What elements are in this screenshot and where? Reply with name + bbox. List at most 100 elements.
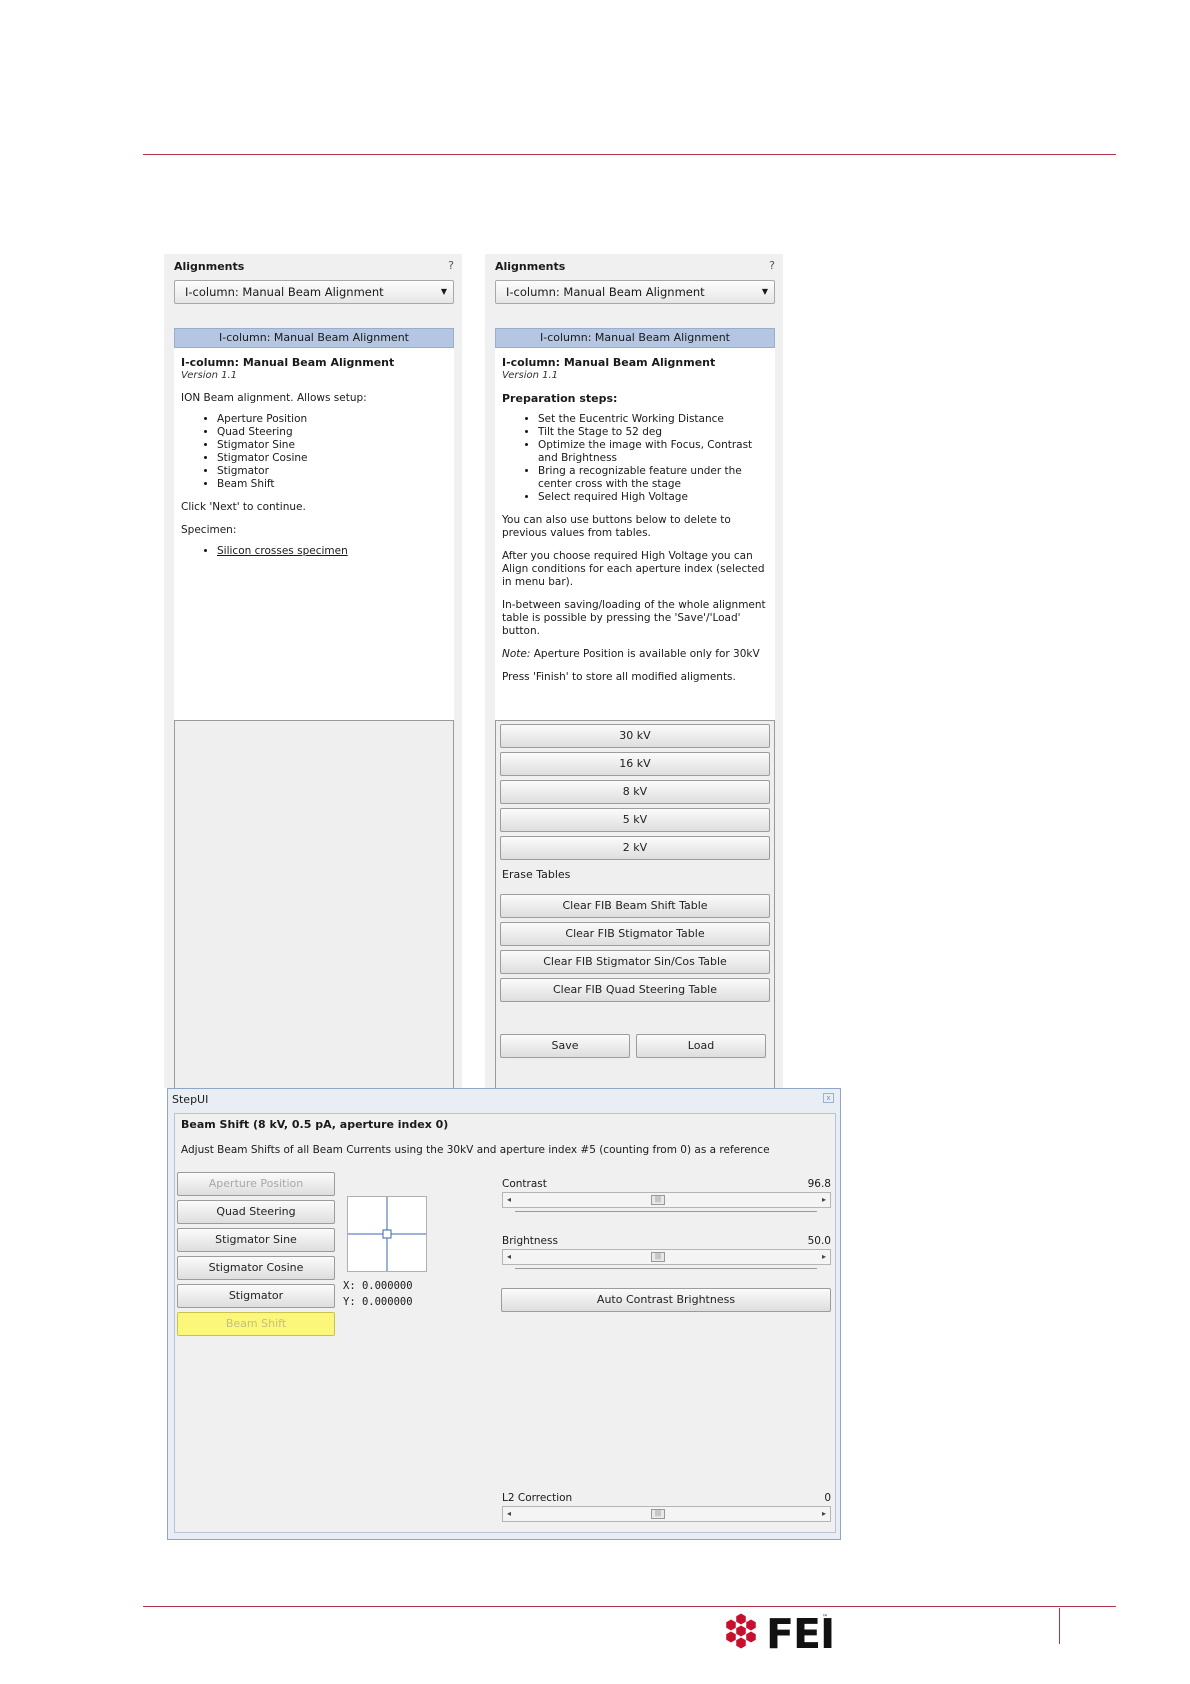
clear-quad-steering-button[interactable]: Clear FIB Quad Steering Table xyxy=(500,978,770,1002)
brightness-slider[interactable]: ◂ ||| ▸ xyxy=(502,1249,831,1265)
button-area: 30 kV 16 kV 8 kV 5 kV 2 kV Erase Tables … xyxy=(495,720,775,1088)
help-icon[interactable]: ? xyxy=(448,259,454,272)
help-icon[interactable]: ? xyxy=(769,259,775,272)
l2-correction-label: L2 Correction xyxy=(502,1492,573,1504)
list-item: Set the Eucentric Working Distance xyxy=(538,413,758,426)
prep-heading: Preparation steps: xyxy=(502,392,618,405)
arrow-left-icon[interactable]: ◂ xyxy=(503,1193,515,1207)
setup-list: Aperture Position Quad Steering Stigmato… xyxy=(181,413,447,491)
slider-thumb[interactable]: ||| xyxy=(651,1509,665,1519)
note-body: Aperture Position is available only for … xyxy=(530,648,760,660)
logo-tm: ™ xyxy=(822,1614,828,1621)
list-item: Beam Shift xyxy=(217,478,447,491)
para-delete: You can also use buttons below to delete… xyxy=(502,514,731,539)
stepui-body: Beam Shift (8 kV, 0.5 pA, aperture index… xyxy=(174,1113,836,1533)
kv-30-button[interactable]: 30 kV xyxy=(500,724,770,748)
fei-molecule-icon xyxy=(726,1613,756,1649)
l2-correction-slider[interactable]: ◂ ||| ▸ xyxy=(502,1506,831,1522)
chevron-down-icon: ▼ xyxy=(761,287,768,296)
para-save-load: In-between saving/loading of the whole a… xyxy=(502,599,766,637)
arrow-left-icon[interactable]: ◂ xyxy=(503,1250,515,1264)
logo-hex-3 xyxy=(736,1625,746,1637)
crosshair-icon xyxy=(348,1197,426,1271)
contrast-label: Contrast xyxy=(502,1178,547,1190)
panel-title: Alignments xyxy=(495,260,566,273)
list-item: Optimize the image with Focus, Contrast … xyxy=(538,439,758,465)
contrast-slider[interactable]: ◂ ||| ▸ xyxy=(502,1192,831,1208)
info-heading: I-column: Manual Beam Alignment xyxy=(181,356,395,369)
specimen-link[interactable]: Silicon crosses specimen xyxy=(217,545,348,557)
step-aperture-position[interactable]: Aperture Position xyxy=(177,1172,335,1196)
logo-hex-1 xyxy=(726,1619,736,1631)
kv-16-button[interactable]: 16 kV xyxy=(500,752,770,776)
logo-hex-2 xyxy=(746,1619,756,1631)
step-stigmator[interactable]: Stigmator xyxy=(177,1284,335,1308)
clear-beam-shift-button[interactable]: Clear FIB Beam Shift Table xyxy=(500,894,770,918)
list-item: Select required High Voltage xyxy=(538,491,758,504)
y-readout: Y: 0.000000 xyxy=(343,1296,413,1308)
step-beam-shift[interactable]: Beam Shift xyxy=(177,1312,335,1336)
info-content: I-column: Manual Beam Alignment Version … xyxy=(495,348,775,720)
footer-divider xyxy=(1059,1608,1060,1644)
list-item: Stigmator xyxy=(217,465,447,478)
step-stigmator-cosine[interactable]: Stigmator Cosine xyxy=(177,1256,335,1280)
specimen-list: Silicon crosses specimen xyxy=(181,545,447,558)
logo-hex-5 xyxy=(746,1631,756,1643)
logo-hex-6 xyxy=(736,1637,746,1649)
arrow-right-icon[interactable]: ▸ xyxy=(818,1507,830,1521)
step-heading: Beam Shift (8 kV, 0.5 pA, aperture index… xyxy=(181,1118,449,1131)
info-content: I-column: Manual Beam Alignment Version … xyxy=(174,348,454,720)
stepui-window: StepUI x Beam Shift (8 kV, 0.5 pA, apert… xyxy=(167,1088,841,1540)
chevron-down-icon: ▼ xyxy=(440,287,447,296)
info-heading: I-column: Manual Beam Alignment xyxy=(502,356,716,369)
section-strip: I-column: Manual Beam Alignment xyxy=(495,328,775,348)
fei-logo: FEI ™ xyxy=(718,1612,835,1656)
kv-8-button[interactable]: 8 kV xyxy=(500,780,770,804)
clear-stigmator-button[interactable]: Clear FIB Stigmator Table xyxy=(500,922,770,946)
note-text: Note: Aperture Position is available onl… xyxy=(502,648,768,661)
version-text: Version 1.1 xyxy=(181,370,238,381)
brightness-label: Brightness xyxy=(502,1235,558,1247)
window-title: StepUI xyxy=(172,1093,209,1106)
arrow-left-icon[interactable]: ◂ xyxy=(503,1507,515,1521)
slider-thumb[interactable]: ||| xyxy=(651,1195,665,1205)
prep-list: Set the Eucentric Working Distance Tilt … xyxy=(502,413,768,504)
note-label: Note: xyxy=(502,648,531,660)
l2-correction-value: 0 xyxy=(824,1492,831,1504)
alignment-dropdown[interactable]: I-column: Manual Beam Alignment ▼ xyxy=(174,280,454,304)
beam-shift-crosshair[interactable] xyxy=(347,1196,427,1272)
load-button[interactable]: Load xyxy=(636,1034,766,1058)
brightness-ticks xyxy=(515,1266,817,1269)
alignments-panel-left: Alignments ? I-column: Manual Beam Align… xyxy=(164,254,462,1088)
panel-header: Alignments ? xyxy=(164,254,462,278)
arrow-right-icon[interactable]: ▸ xyxy=(818,1193,830,1207)
alignment-dropdown[interactable]: I-column: Manual Beam Alignment ▼ xyxy=(495,280,775,304)
x-readout: X: 0.000000 xyxy=(343,1280,413,1292)
panel-title: Alignments xyxy=(174,260,245,273)
list-item: Bring a recognizable feature under the c… xyxy=(538,465,758,491)
contrast-value: 96.8 xyxy=(807,1178,831,1190)
step-description: Adjust Beam Shifts of all Beam Currents … xyxy=(181,1144,770,1156)
slider-thumb[interactable]: ||| xyxy=(651,1252,665,1262)
para-finish: Press 'Finish' to store all modified ali… xyxy=(502,671,736,683)
para-align: After you choose required High Voltage y… xyxy=(502,550,765,588)
list-item: Tilt the Stage to 52 deg xyxy=(538,426,758,439)
brightness-value: 50.0 xyxy=(807,1235,831,1247)
alignments-panel-right: Alignments ? I-column: Manual Beam Align… xyxy=(485,254,783,1088)
dropdown-value: I-column: Manual Beam Alignment xyxy=(506,285,705,299)
intro-text: ION Beam alignment. Allows setup: xyxy=(181,392,367,404)
arrow-right-icon[interactable]: ▸ xyxy=(818,1250,830,1264)
list-item: Stigmator Cosine xyxy=(217,452,447,465)
kv-2-button[interactable]: 2 kV xyxy=(500,836,770,860)
clear-stigmator-sincos-button[interactable]: Clear FIB Stigmator Sin/Cos Table xyxy=(500,950,770,974)
specimen-label: Specimen: xyxy=(181,524,237,536)
save-button[interactable]: Save xyxy=(500,1034,630,1058)
button-area xyxy=(174,720,454,1088)
step-quad-steering[interactable]: Quad Steering xyxy=(177,1200,335,1224)
close-icon[interactable]: x xyxy=(823,1093,834,1103)
step-stigmator-sine[interactable]: Stigmator Sine xyxy=(177,1228,335,1252)
panel-header: Alignments ? xyxy=(485,254,783,278)
kv-5-button[interactable]: 5 kV xyxy=(500,808,770,832)
auto-contrast-brightness-button[interactable]: Auto Contrast Brightness xyxy=(501,1288,831,1312)
list-item: Stigmator Sine xyxy=(217,439,447,452)
